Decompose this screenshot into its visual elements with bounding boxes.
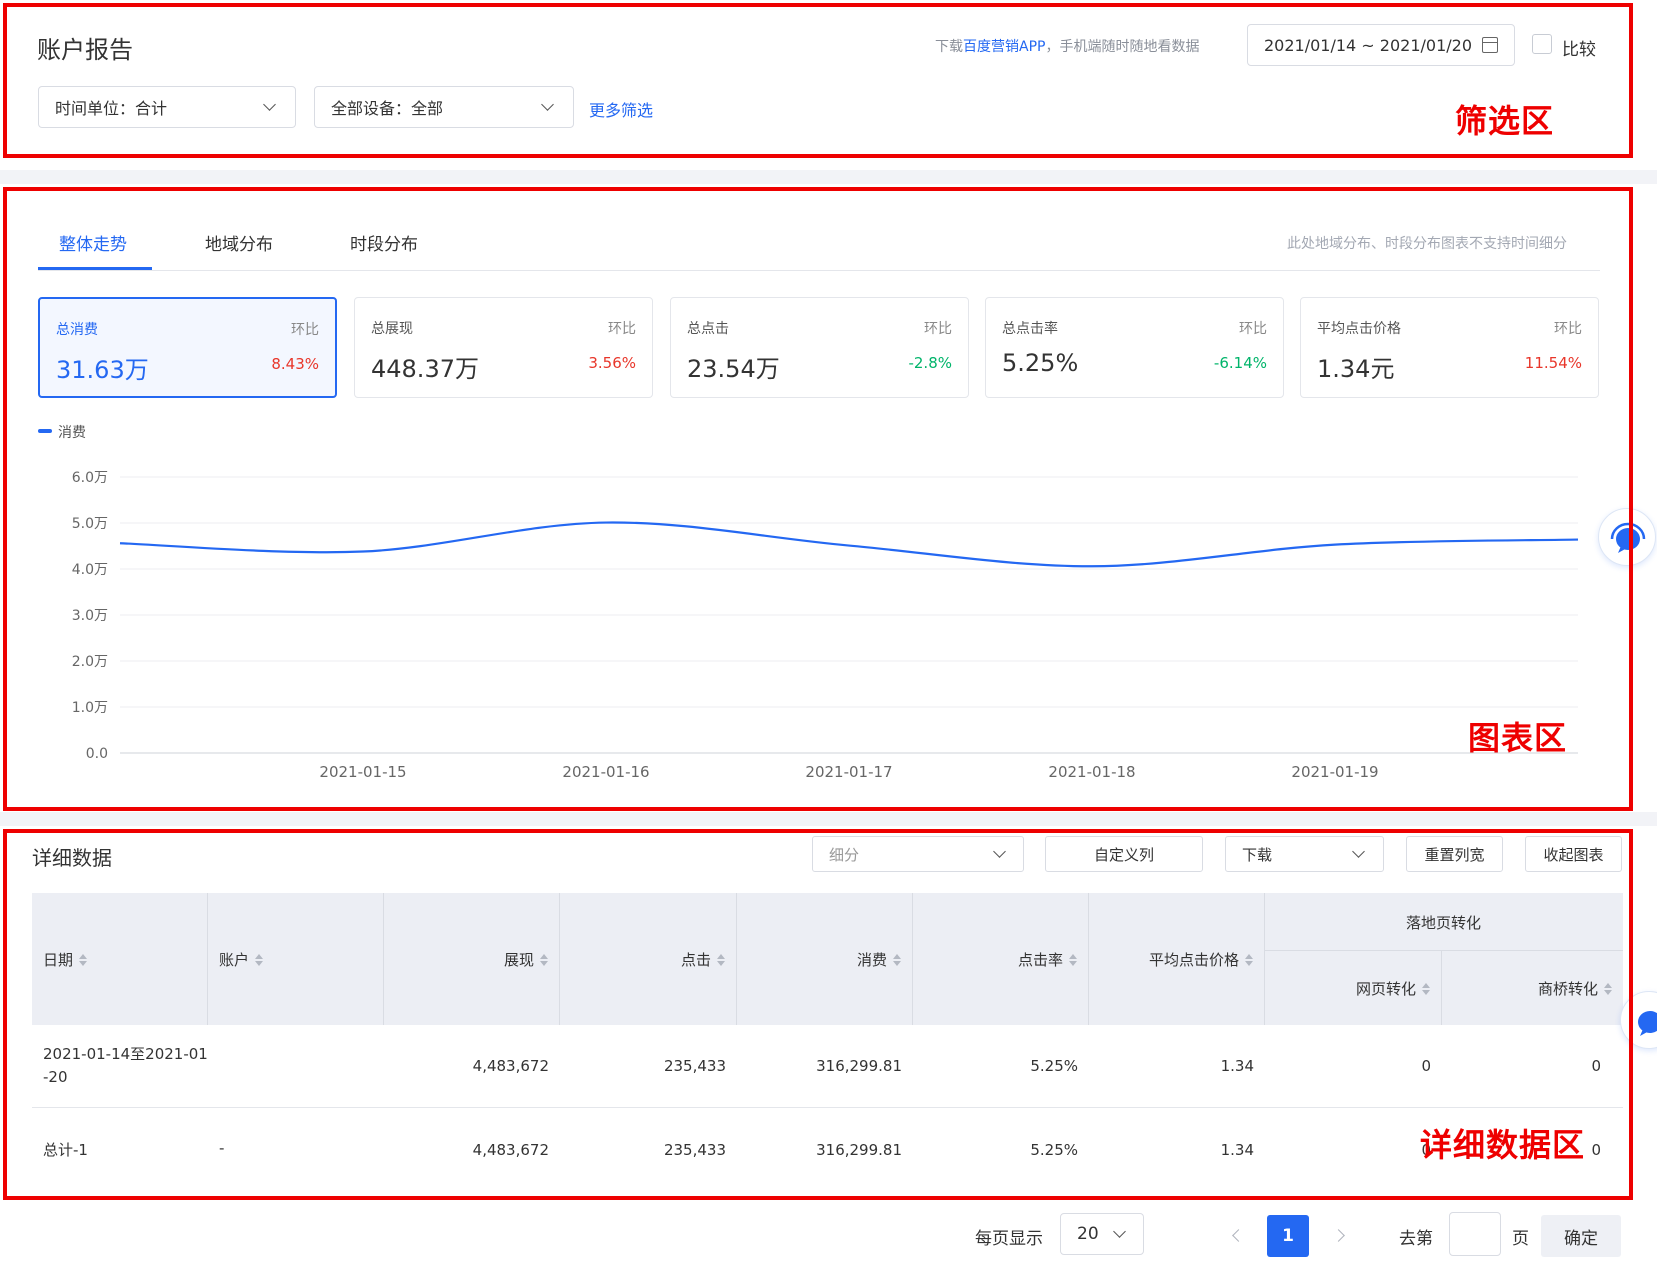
goto-label: 去第 xyxy=(1399,1229,1433,1249)
detail-area-outline xyxy=(3,829,1633,1200)
prev-page-icon[interactable] xyxy=(1232,1229,1245,1242)
chart-area-outline xyxy=(3,187,1633,811)
per-page-label: 每页显示 xyxy=(975,1229,1043,1249)
filter-area-annotation: 筛选区 xyxy=(1455,102,1555,140)
chevron-down-icon xyxy=(1113,1225,1126,1238)
filter-area-outline xyxy=(3,3,1633,158)
page-size-value: 20 xyxy=(1077,1224,1099,1244)
goto-page-input[interactable] xyxy=(1449,1212,1501,1256)
chart-area-annotation: 图表区 xyxy=(1468,719,1568,757)
section-gap xyxy=(0,812,1657,826)
page-button-current[interactable]: 1 xyxy=(1267,1215,1309,1257)
detail-area-annotation: 详细数据区 xyxy=(1420,1126,1586,1164)
page-suffix-label: 页 xyxy=(1512,1229,1529,1249)
section-gap xyxy=(0,170,1657,184)
next-page-icon[interactable] xyxy=(1332,1229,1345,1242)
goto-confirm-button[interactable]: 确定 xyxy=(1541,1215,1621,1257)
page-size-select[interactable]: 20 xyxy=(1060,1213,1144,1255)
